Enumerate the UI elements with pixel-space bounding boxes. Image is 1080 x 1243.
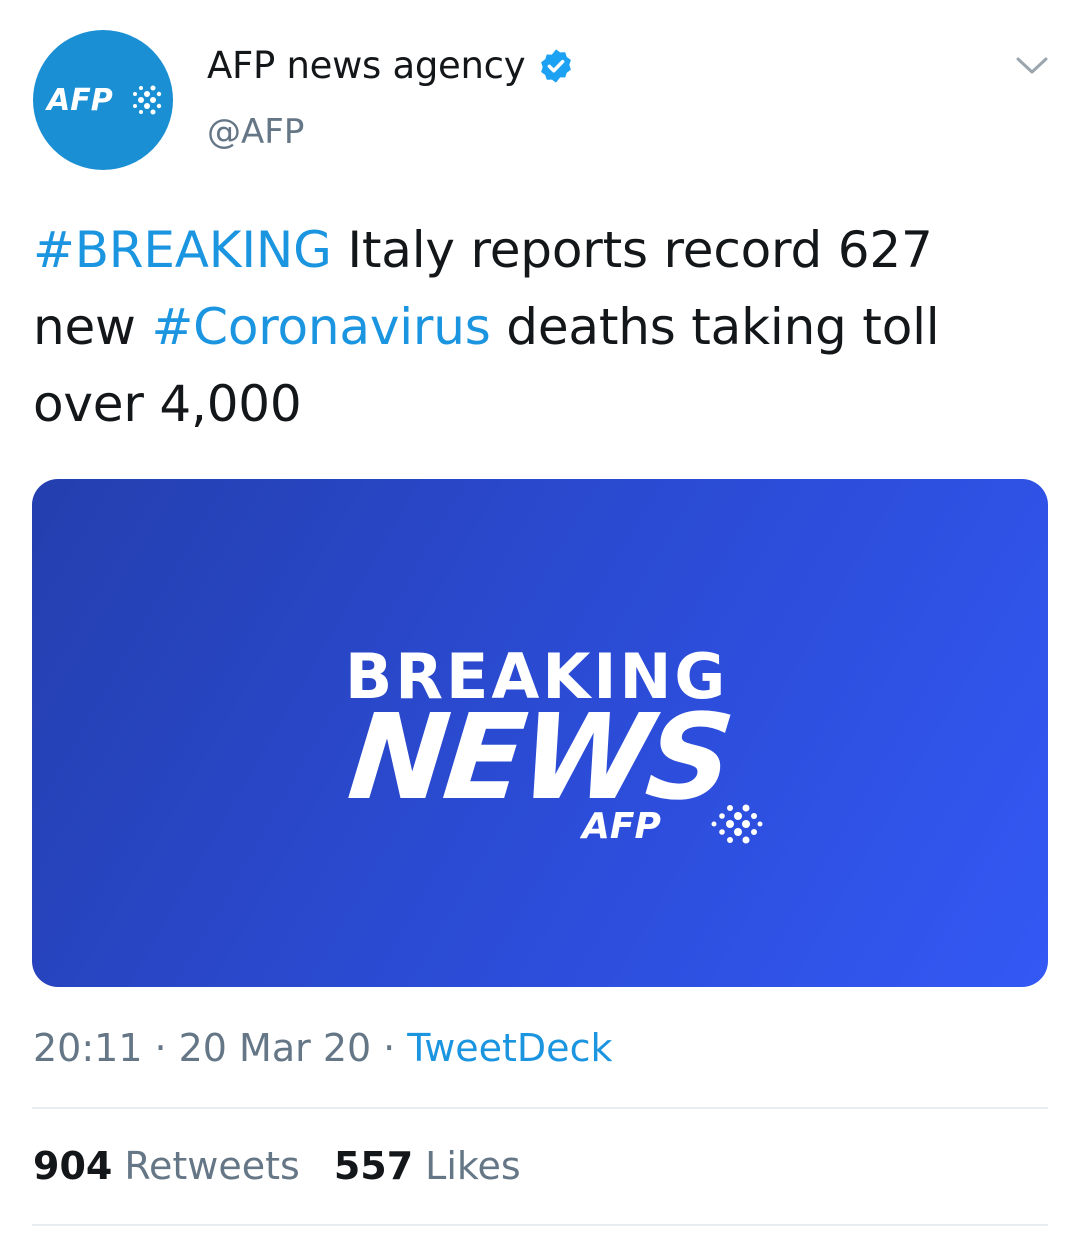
retweets-count: 904: [33, 1144, 113, 1188]
retweets-stat[interactable]: 904 Retweets: [33, 1144, 300, 1188]
tweet-stats: 904 Retweets 557 Likes: [33, 1144, 521, 1188]
avatar[interactable]: AFP: [33, 30, 173, 170]
tweet-meta: 20:11 · 20 Mar 20 · TweetDeck: [33, 1026, 612, 1070]
retweets-label: Retweets: [124, 1144, 300, 1188]
hashtag-coronavirus[interactable]: #Coronavirus: [151, 298, 490, 356]
verified-badge-icon: [541, 48, 572, 83]
likes-count: 557: [333, 1144, 414, 1188]
divider: [32, 1224, 1048, 1226]
afp-logo-icon: AFP: [45, 83, 162, 118]
media-afp-logo-icon: AFP: [580, 804, 763, 847]
hashtag-breaking[interactable]: #BREAKING: [33, 221, 332, 279]
divider: [32, 1107, 1048, 1109]
likes-stat[interactable]: 557 Likes: [334, 1144, 521, 1188]
display-name-text: AFP news agency: [207, 44, 526, 87]
avatar-logo-text: AFP: [45, 83, 113, 118]
tweet-text: #BREAKING Italy reports record 627 new #…: [33, 212, 1043, 443]
tweet-source-link[interactable]: TweetDeck: [407, 1026, 612, 1070]
display-name[interactable]: AFP news agency: [207, 44, 575, 87]
likes-label: Likes: [425, 1144, 521, 1188]
chevron-down-icon[interactable]: [1014, 54, 1050, 78]
handle[interactable]: @AFP: [207, 112, 304, 152]
media-logo-text: AFP: [580, 806, 661, 847]
tweet-date: 20 Mar 20: [178, 1026, 372, 1070]
tweet-time: 20:11: [33, 1026, 143, 1070]
meta-separator: ·: [383, 1026, 396, 1070]
meta-separator: ·: [154, 1026, 167, 1070]
